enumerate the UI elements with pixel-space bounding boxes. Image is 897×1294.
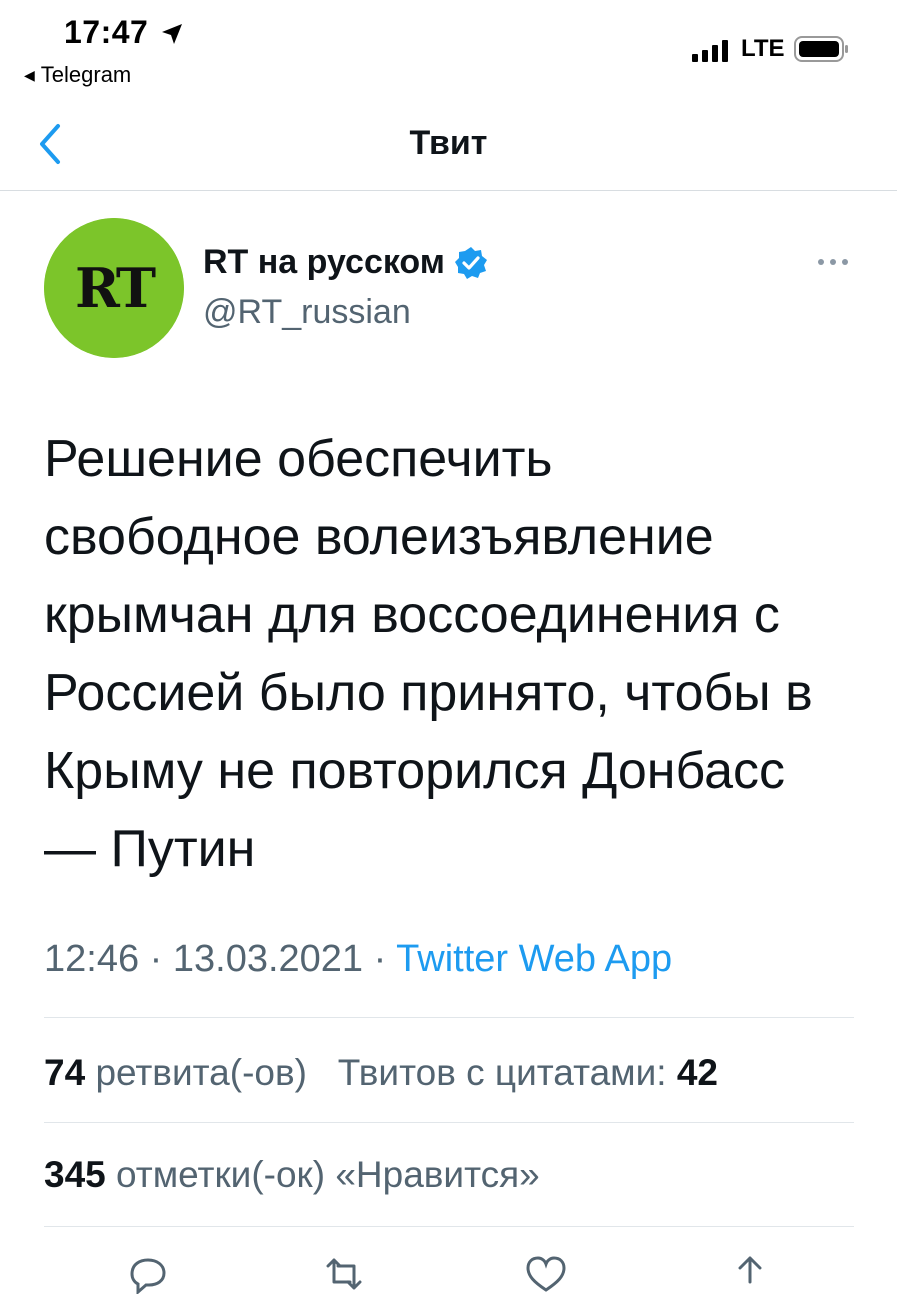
tweet-date: 13.03.2021	[172, 938, 364, 980]
network-type: LTE	[741, 35, 785, 62]
share-icon[interactable]	[726, 1254, 774, 1294]
location-arrow-icon	[162, 24, 182, 44]
author-name-text: RT на русском	[203, 243, 445, 281]
like-icon[interactable]	[522, 1254, 570, 1294]
likes-stats-row[interactable]: 345 отметки(-ок) «Нравится»	[44, 1154, 540, 1196]
rt-logo-icon: RT	[44, 218, 184, 358]
tweet-line: Россией было принято, чтобы в	[44, 664, 813, 722]
avatar[interactable]: RT	[44, 218, 184, 358]
meta-divider	[44, 1017, 854, 1018]
author-handle[interactable]: @RT_russian	[203, 293, 411, 332]
reply-icon[interactable]	[124, 1254, 172, 1294]
svg-text:RT: RT	[75, 256, 156, 320]
likes-label: отметки(-ок) «Нравится»	[116, 1154, 540, 1195]
retweets-link[interactable]: 74 ретвита(-ов)	[44, 1052, 307, 1093]
likes-divider	[44, 1226, 854, 1227]
meta-separator: ·	[149, 938, 163, 980]
back-app-label: Telegram	[40, 62, 132, 87]
retweet-stats-row: 74 ретвита(-ов) Твитов с цитатами: 42	[44, 1052, 718, 1094]
retweets-count: 74	[44, 1052, 86, 1093]
quotes-link[interactable]: Твитов с цитатами: 42	[338, 1052, 718, 1093]
page-title: Твит	[409, 124, 488, 162]
tweet-line: свободное волеизъявление	[44, 508, 714, 566]
retweets-label: ретвита(-ов)	[95, 1052, 307, 1093]
tweet-meta: 12:46 · 13.03.2021 · Twitter Web App	[44, 938, 672, 981]
battery-icon	[794, 36, 848, 62]
tweet-line: крымчан для воссоединения с	[44, 586, 780, 644]
author-name[interactable]: RT на русском	[203, 243, 489, 282]
retweet-icon[interactable]	[320, 1254, 368, 1294]
more-options-icon[interactable]	[816, 256, 850, 268]
tweet-line: — Путин	[44, 820, 256, 878]
likes-count: 345	[44, 1154, 106, 1195]
header-divider	[0, 190, 897, 191]
meta-separator: ·	[373, 938, 387, 980]
tweet-line: Решение обеспечить	[44, 430, 553, 488]
tweet-source-link[interactable]: Twitter Web App	[396, 938, 672, 980]
quotes-count: 42	[676, 1052, 719, 1093]
cellular-signal-icon	[692, 40, 728, 62]
tweet-time: 12:46	[44, 938, 140, 980]
quotes-label: Твитов с цитатами:	[337, 1052, 667, 1093]
back-triangle-icon: ◀	[24, 66, 35, 83]
back-to-app-link[interactable]: ◀ Telegram	[24, 62, 131, 88]
verified-badge-icon	[454, 246, 487, 279]
stats-divider	[44, 1122, 854, 1123]
tweet-line: Крыму не повторился Донбасс	[44, 742, 786, 800]
tweet-text: Решение обеспечить свободное волеизъявле…	[44, 420, 864, 888]
status-time: 17:47	[64, 14, 149, 50]
